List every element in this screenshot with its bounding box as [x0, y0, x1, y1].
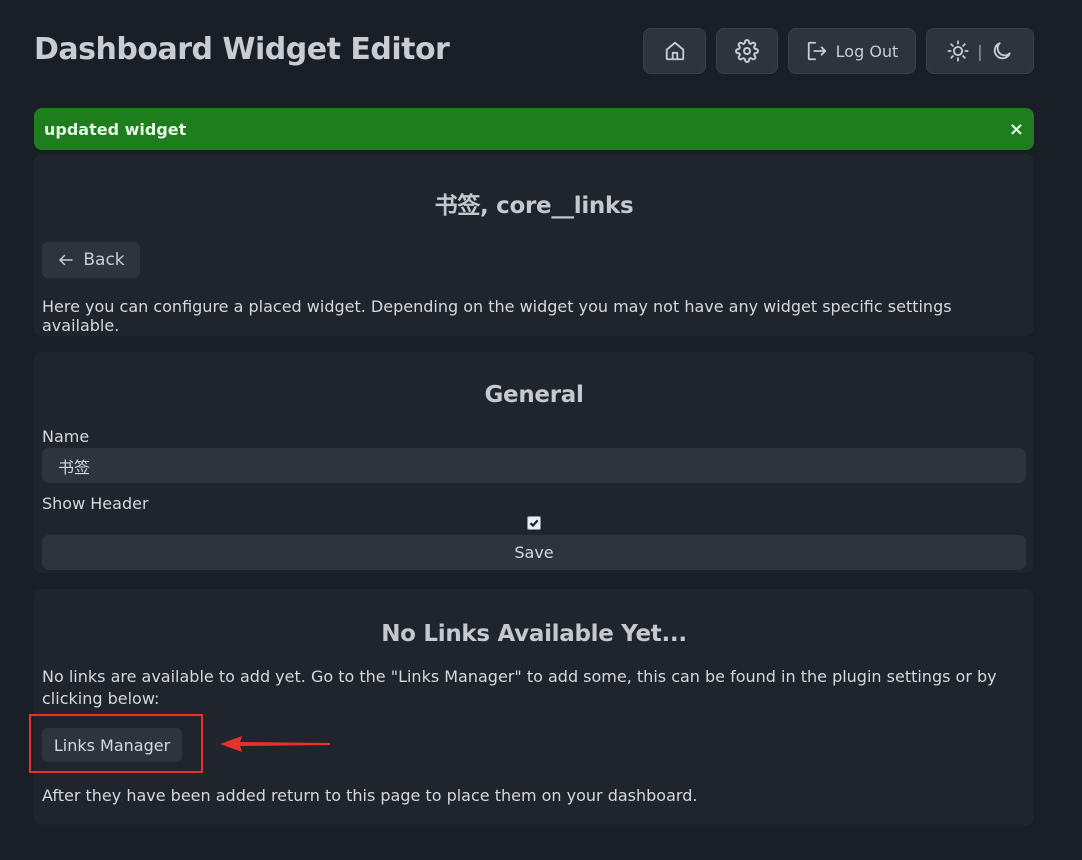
- links-description: No links are available to add yet. Go to…: [42, 667, 997, 708]
- success-alert: updated widget ×: [34, 108, 1034, 150]
- page-header: Dashboard Widget Editor Log Out |: [34, 28, 1034, 76]
- annotation-arrow: [220, 736, 330, 752]
- widget-title: 书签, core__links: [434, 193, 634, 219]
- widget-info-card: 书签, core__links Back Here you can config…: [34, 154, 1034, 336]
- gear-icon: [735, 39, 759, 63]
- arrow-left-icon: [59, 254, 74, 266]
- theme-separator: |: [977, 41, 983, 61]
- sun-icon: [947, 40, 969, 62]
- show-header-checkbox[interactable]: [527, 516, 541, 530]
- back-label: Back: [83, 250, 125, 270]
- links-heading: No Links Available Yet...: [381, 621, 687, 647]
- widget-description: Here you can configure a placed widget. …: [42, 297, 952, 335]
- annotation-highlight-box: [29, 714, 203, 773]
- logout-label: Log Out: [835, 41, 899, 61]
- page-title: Dashboard Widget Editor: [34, 32, 450, 67]
- save-button[interactable]: Save: [42, 535, 1026, 570]
- theme-toggle-button[interactable]: |: [926, 28, 1034, 74]
- settings-button[interactable]: [716, 28, 778, 74]
- show-header-row: [42, 513, 1026, 533]
- logout-button[interactable]: Log Out: [788, 28, 916, 74]
- links-card: No Links Available Yet... No links are a…: [34, 589, 1034, 825]
- after-text: After they have been added return to thi…: [42, 786, 698, 805]
- moon-icon: [993, 42, 1011, 60]
- back-button[interactable]: Back: [42, 242, 140, 278]
- home-icon: [665, 41, 684, 61]
- show-header-label: Show Header: [42, 494, 149, 513]
- logout-icon: [807, 41, 826, 61]
- home-button[interactable]: [643, 28, 706, 74]
- alert-message: updated widget: [44, 119, 187, 139]
- alert-close-button[interactable]: ×: [1009, 119, 1024, 140]
- general-heading: General: [484, 382, 584, 408]
- general-card: General Name 书签 Show Header Save: [34, 352, 1034, 573]
- name-label: Name: [42, 427, 90, 446]
- name-input[interactable]: 书签: [42, 448, 1026, 483]
- checkmark-icon: [529, 519, 539, 528]
